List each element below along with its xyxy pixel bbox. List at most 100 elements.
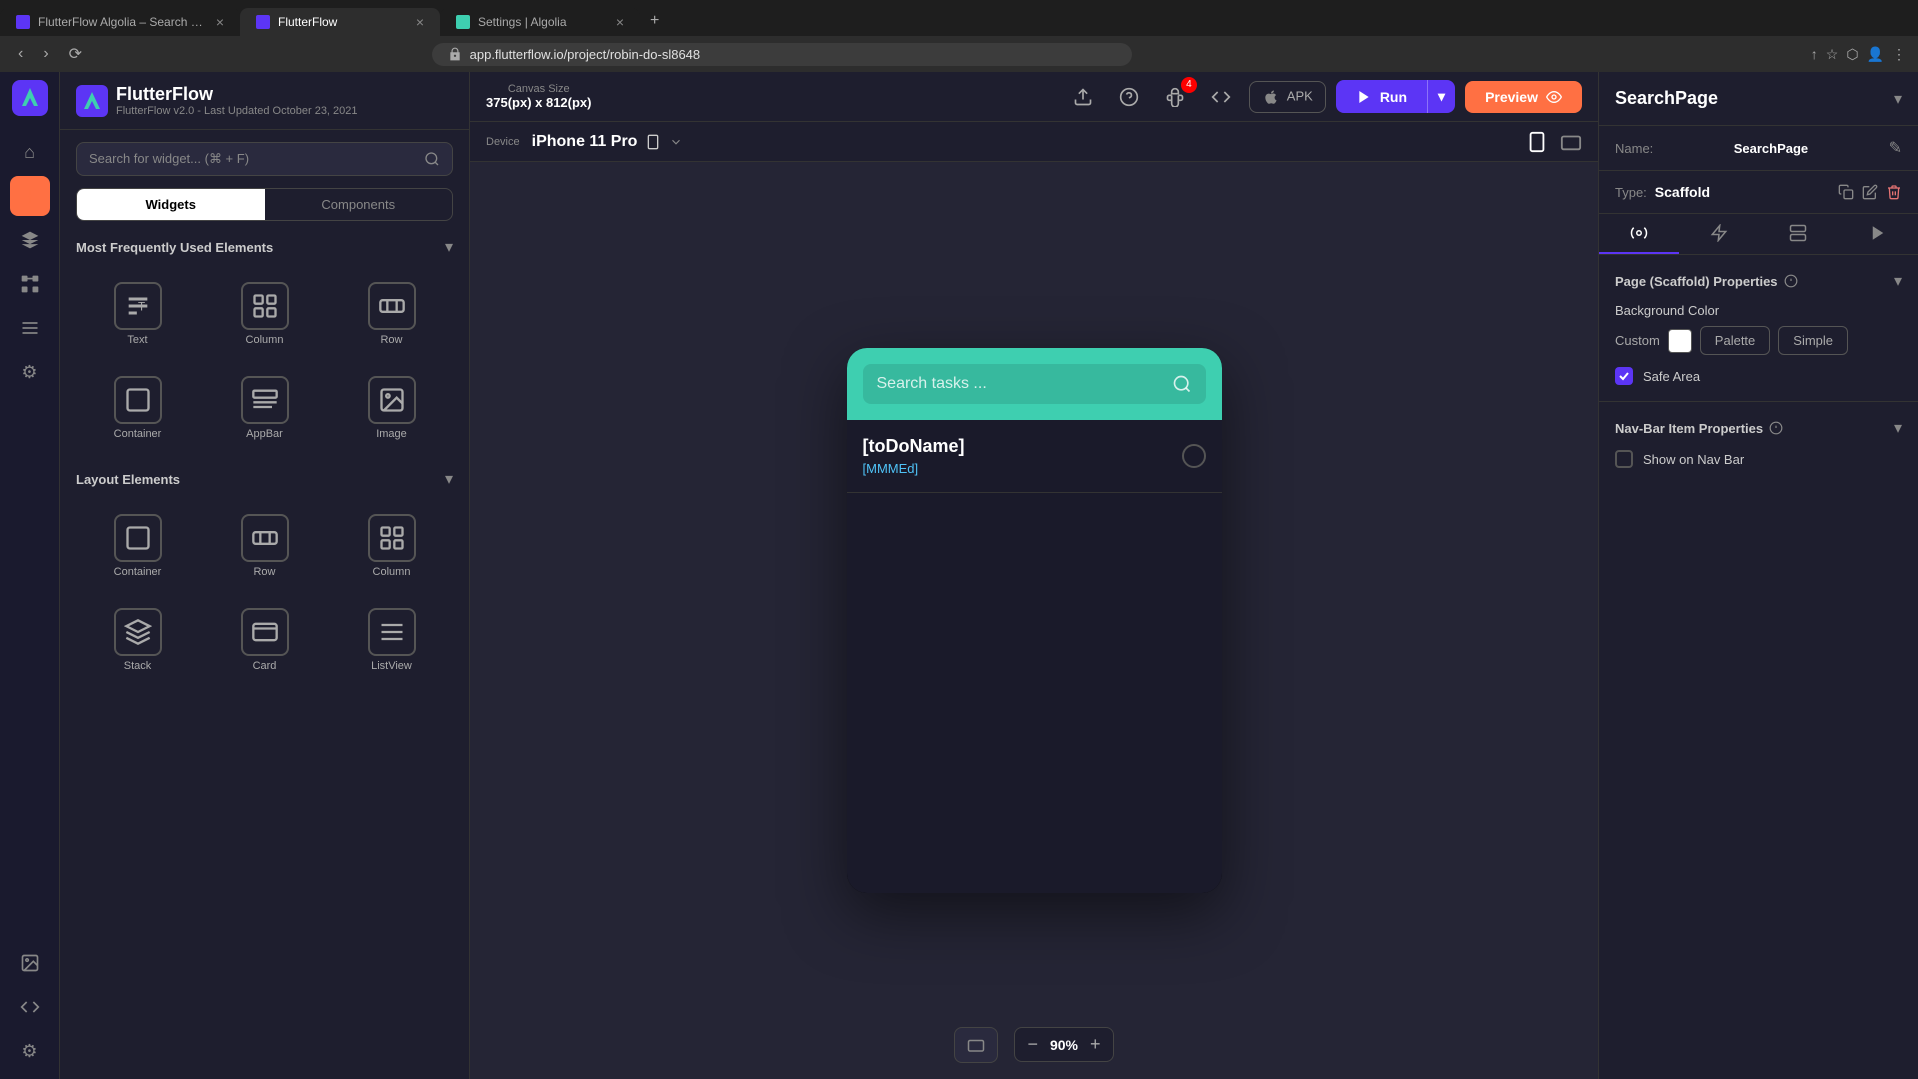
sidebar-home-button[interactable]: ⌂ [10, 132, 50, 172]
props-tab-actions[interactable] [1679, 214, 1759, 254]
widget-item-card[interactable]: Card [203, 595, 326, 685]
widget-item-container2[interactable]: Container [76, 501, 199, 591]
section-header-frequently-used[interactable]: Most Frequently Used Elements ▾ [60, 229, 469, 265]
safe-area-checkbox[interactable] [1615, 367, 1633, 385]
section-header-layout[interactable]: Layout Elements ▾ [60, 461, 469, 497]
widget-search-box[interactable]: Search for widget... (⌘ + F) [76, 142, 453, 176]
sidebar-code-button[interactable] [10, 987, 50, 1027]
color-swatch[interactable] [1668, 329, 1692, 353]
upload-button[interactable] [1065, 81, 1101, 113]
nav-bar-section: Nav-Bar Item Properties ▾ Show on Nav Ba… [1599, 402, 1918, 484]
widget-label-text: Text [127, 334, 147, 346]
props-section-arrow-page: ▾ [1894, 271, 1902, 291]
widget-item-column2[interactable]: Column [330, 501, 453, 591]
phone-view-button[interactable] [1526, 130, 1548, 153]
sidebar-layers-button[interactable] [10, 220, 50, 260]
section-arrow-layout: ▾ [445, 469, 453, 489]
device-selector-bar: Device iPhone 11 Pro [470, 122, 1598, 162]
browser-tab-algolia[interactable]: FlutterFlow Algolia – Search w... × [0, 8, 240, 36]
sidebar-connect-button[interactable] [10, 264, 50, 304]
props-tab-play[interactable] [1838, 214, 1918, 254]
canvas-size-value: 375(px) x 812(px) [486, 95, 592, 110]
props-tab-backend[interactable] [1759, 214, 1839, 254]
device-view-icons [1526, 130, 1582, 153]
tab-close-settings[interactable]: × [616, 14, 624, 30]
tab-widgets[interactable]: Widgets [77, 189, 265, 220]
search-placeholder-text: Search for widget... (⌘ + F) [89, 151, 416, 167]
widget-item-text[interactable]: T Text [76, 269, 199, 359]
extensions-icon[interactable]: ⬡ [1846, 46, 1858, 63]
props-type-value: Scaffold [1655, 184, 1710, 200]
profile-icon[interactable]: 👤 [1867, 46, 1884, 63]
info-icon [1784, 274, 1798, 288]
tab-close-algolia[interactable]: × [216, 14, 224, 30]
todo-checkbox[interactable] [1182, 444, 1206, 468]
share-icon[interactable]: ↑ [1811, 46, 1818, 63]
simple-option-button[interactable]: Simple [1778, 326, 1848, 355]
props-name-value: SearchPage [1734, 141, 1808, 156]
search-bar[interactable]: Search tasks ... [863, 364, 1206, 404]
props-page-section: Page (Scaffold) Properties ▾ Background … [1599, 255, 1918, 402]
widget-item-row2[interactable]: Row [203, 501, 326, 591]
phone-screen: Search tasks ... [toDoName] [MMMEd] [847, 348, 1222, 893]
props-section-title-page: Page (Scaffold) Properties [1615, 274, 1798, 289]
props-type-row: Type: Scaffold [1599, 171, 1918, 214]
preview-button[interactable]: Preview [1465, 81, 1582, 113]
canvas-toolbar: Canvas Size 375(px) x 812(px) [470, 72, 1598, 122]
new-tab-button[interactable]: + [640, 6, 669, 36]
browser-tab-settings[interactable]: Settings | Algolia × [440, 8, 640, 36]
widget-item-appbar[interactable]: AppBar [203, 363, 326, 453]
bookmark-icon[interactable]: ☆ [1826, 46, 1839, 63]
widget-icon-image [368, 376, 416, 424]
props-copy-page-icon[interactable] [1838, 183, 1854, 201]
props-tab-properties[interactable] [1599, 214, 1679, 254]
help-button[interactable] [1111, 81, 1147, 113]
widget-item-row[interactable]: Row [330, 269, 453, 359]
widget-icon-container [114, 376, 162, 424]
props-delete-icon[interactable] [1886, 183, 1902, 201]
props-name-edit-icon[interactable]: ✎ [1889, 138, 1902, 158]
tab-favicon-ff [256, 15, 270, 29]
todo-details: [toDoName] [MMMEd] [863, 436, 965, 476]
todo-item[interactable]: [toDoName] [MMMEd] [847, 420, 1222, 493]
layout-elements-grid: Container Row Column Stack [60, 497, 469, 693]
apk-button[interactable]: APK [1249, 81, 1326, 113]
props-name-row: Name: SearchPage ✎ [1599, 126, 1918, 171]
widget-item-stack[interactable]: Stack [76, 595, 199, 685]
widget-item-column[interactable]: Column [203, 269, 326, 359]
refresh-button[interactable]: ⟳ [63, 42, 88, 66]
tab-close-ff[interactable]: × [416, 14, 424, 30]
widget-item-listview[interactable]: ListView [330, 595, 453, 685]
zoom-in-button[interactable]: + [1090, 1034, 1101, 1055]
show-nav-label: Show on Nav Bar [1643, 452, 1744, 467]
tab-components[interactable]: Components [265, 189, 453, 220]
keyboard-view-button[interactable] [1560, 130, 1582, 153]
sidebar-media-button[interactable] [10, 943, 50, 983]
keyboard-toggle-button[interactable] [954, 1027, 998, 1063]
nav-bar-header[interactable]: Nav-Bar Item Properties ▾ [1615, 418, 1902, 438]
show-nav-bar-checkbox[interactable] [1615, 450, 1633, 468]
tab-favicon-algolia [16, 15, 30, 29]
back-button[interactable]: ‹ [12, 43, 29, 65]
props-section-header-page[interactable]: Page (Scaffold) Properties ▾ [1615, 271, 1902, 291]
sidebar-build-button[interactable] [10, 176, 50, 216]
code-button[interactable] [1203, 81, 1239, 113]
widget-item-image[interactable]: Image [330, 363, 453, 453]
sidebar-bottom-settings-button[interactable]: ⚙ [10, 1031, 50, 1071]
menu-icon[interactable]: ⋮ [1892, 46, 1906, 63]
address-bar[interactable]: app.flutterflow.io/project/robin-do-sl86… [432, 43, 1132, 66]
forward-button[interactable]: › [37, 43, 54, 65]
sidebar-settings-button[interactable]: ⚙ [10, 352, 50, 392]
browser-tab-flutterflow[interactable]: FlutterFlow × [240, 8, 440, 36]
canvas-size-info: Canvas Size 375(px) x 812(px) [486, 83, 592, 110]
widget-item-container[interactable]: Container [76, 363, 199, 453]
sidebar-database-button[interactable] [10, 308, 50, 348]
device-select-button[interactable]: iPhone 11 Pro [532, 133, 684, 151]
props-copy-icon[interactable] [1862, 183, 1878, 201]
run-dropdown-button[interactable]: ▾ [1427, 80, 1455, 113]
zoom-controls: − 90% + [1014, 1027, 1113, 1062]
run-button[interactable]: Run [1336, 80, 1427, 113]
props-expand-icon[interactable]: ▾ [1894, 89, 1902, 109]
zoom-out-button[interactable]: − [1027, 1034, 1038, 1055]
palette-option-button[interactable]: Palette [1700, 326, 1770, 355]
